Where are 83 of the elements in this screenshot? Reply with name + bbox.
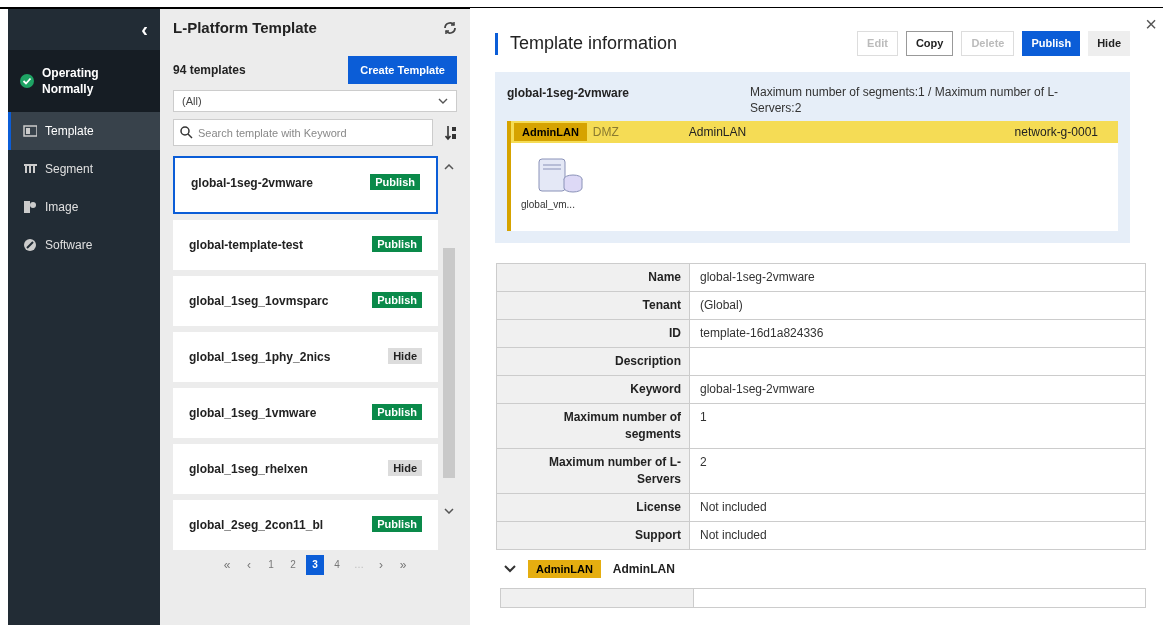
action-button[interactable]: Publish (1022, 31, 1081, 56)
page-nav-button[interactable]: » (394, 555, 412, 575)
template-name: global-1seg-2vmware (507, 85, 631, 102)
status-badge: Publish (370, 174, 420, 190)
ellipsis-text: … (353, 558, 365, 572)
property-label: Name (496, 263, 690, 292)
nav-item[interactable]: Image (8, 188, 160, 226)
status-badge: Publish (372, 292, 422, 308)
search-field[interactable]: Search template with Keyword (173, 119, 433, 146)
chevron-down-icon[interactable] (444, 508, 454, 514)
template-name: global_1seg_1ovmsparc (189, 293, 329, 310)
template-count: 94 templates (173, 62, 246, 79)
segment-tag: AdminLAN (514, 123, 587, 141)
property-label: Maximum number of segments (496, 403, 690, 449)
property-label: Support (496, 521, 690, 550)
template-name: global-template-test (189, 237, 303, 254)
status-text: Operating Normally (42, 65, 100, 97)
property-label: Tenant (496, 291, 690, 320)
page-nav-button[interactable]: « (218, 555, 236, 575)
template-card[interactable]: global_1seg_1ovmsparc Publish (173, 276, 438, 326)
filter-dropdown[interactable]: (All) (173, 90, 457, 112)
property-value: Not included (689, 493, 1146, 522)
template-name: global_2seg_2con11_bl (189, 517, 324, 534)
segment-type: DMZ (592, 124, 620, 141)
status-badge: Hide (388, 348, 422, 364)
property-value: 1 (689, 403, 1146, 449)
nav-item[interactable]: Segment (8, 150, 160, 188)
property-value: Not included (689, 521, 1146, 550)
property-label: ID (496, 319, 690, 348)
property-label: Keyword (496, 375, 690, 404)
segment-tag: AdminLAN (528, 560, 601, 578)
property-value: 2 (689, 448, 1146, 494)
collapse-button[interactable]: ‹ (141, 19, 148, 39)
template-card[interactable]: global_1seg_1phy_2nics Hide (173, 332, 438, 382)
property-value: template-16d1a824336 (689, 319, 1146, 348)
template-card[interactable]: global_1seg_1vmware Publish (173, 388, 438, 438)
create-template-button[interactable]: Create Template (348, 56, 457, 84)
chevron-down-icon[interactable] (504, 565, 516, 573)
section-title: AdminLAN (612, 561, 675, 578)
action-button[interactable]: Hide (1088, 31, 1130, 56)
property-label: Maximum number of L-Servers (496, 448, 690, 494)
action-button[interactable]: Copy (905, 31, 954, 56)
property-value: global-1seg-2vmware (689, 375, 1146, 404)
page-button[interactable]: 4 (328, 555, 346, 575)
template-card[interactable]: global-1seg-2vmware Publish (173, 156, 438, 214)
limits-text: Maximum number of segments:1 / Maximum number of L-Servers:2 (750, 84, 1060, 116)
chevron-up-icon[interactable] (444, 164, 454, 170)
page-nav-button[interactable]: ‹ (240, 555, 258, 575)
software-icon (23, 238, 37, 252)
network-name: network-g-0001 (1014, 124, 1098, 141)
template-name: global_1seg_1vmware (189, 405, 317, 422)
chevron-down-icon (438, 98, 448, 104)
server-label: global_vm... (521, 198, 575, 212)
template-name: global-1seg-2vmware (191, 175, 314, 192)
page-button[interactable]: 3 (306, 555, 324, 575)
property-value: (Global) (689, 291, 1146, 320)
template-card[interactable]: global_1seg_rhelxen Hide (173, 444, 438, 494)
segment-name: AdminLAN (688, 124, 748, 141)
template-name: global_1seg_1phy_2nics (189, 349, 331, 366)
template-name: global_1seg_rhelxen (189, 461, 308, 478)
property-value: global-1seg-2vmware (689, 263, 1146, 292)
nav-item[interactable]: Template (8, 112, 160, 150)
search-icon (180, 126, 193, 139)
property-label: License (496, 493, 690, 522)
status-badge: Publish (372, 516, 422, 532)
property-label: Description (496, 347, 690, 376)
image-icon (23, 200, 37, 214)
page-nav-button[interactable]: › (372, 555, 390, 575)
sort-icon[interactable] (445, 124, 457, 141)
segment-icon (23, 162, 37, 176)
page-button[interactable]: 1 (262, 555, 280, 575)
template-icon (23, 124, 37, 138)
nav-item[interactable]: Software (8, 226, 160, 264)
status-badge: Hide (388, 460, 422, 476)
template-card[interactable]: global-template-test Publish (173, 220, 438, 270)
refresh-icon[interactable] (443, 21, 457, 35)
close-button[interactable]: × (1145, 14, 1157, 34)
page-button[interactable]: 2 (284, 555, 302, 575)
panel-title: L-Platform Template (173, 17, 317, 38)
status-badge: Publish (372, 404, 422, 420)
status-badge: Publish (372, 236, 422, 252)
template-card[interactable]: global_2seg_2con11_bl Publish (173, 500, 438, 550)
detail-title: Template information (510, 32, 678, 55)
